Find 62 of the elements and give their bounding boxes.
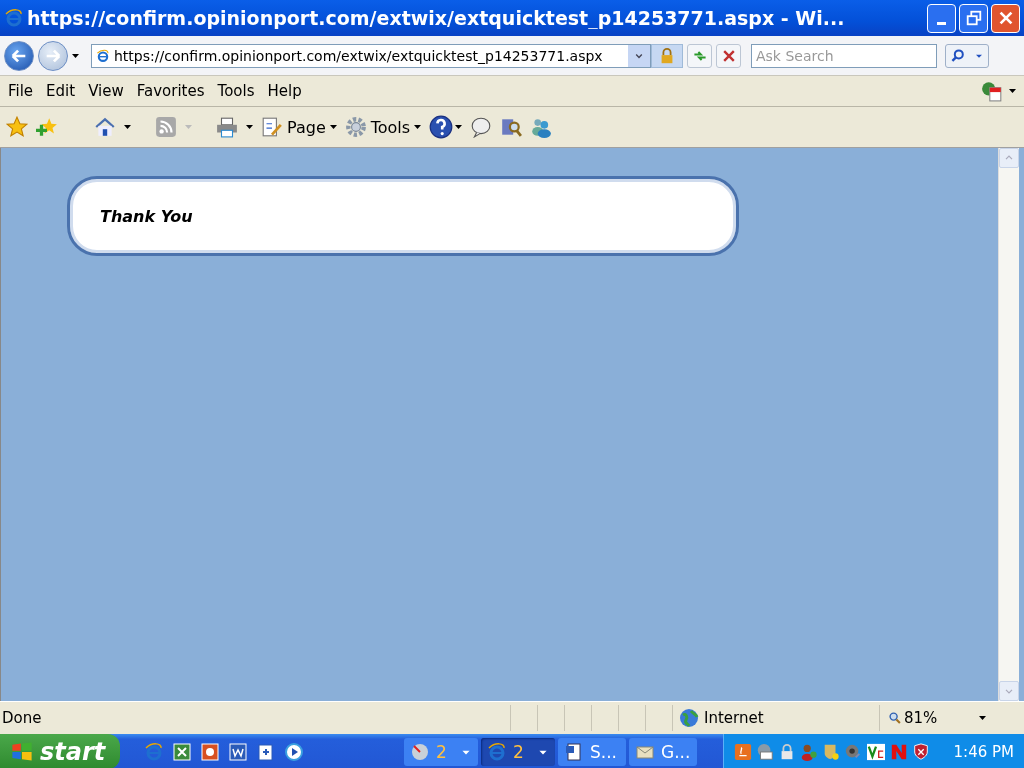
back-button[interactable] (4, 40, 34, 71)
caret-icon[interactable] (124, 125, 131, 129)
help-icon[interactable] (429, 115, 454, 139)
search-icon (949, 47, 966, 64)
caret-icon[interactable] (455, 125, 463, 129)
taskbar-window-button[interactable]: G... (629, 737, 697, 766)
restore-button[interactable] (959, 3, 988, 33)
minimize-button[interactable] (927, 3, 956, 33)
printer-icon[interactable] (216, 116, 238, 138)
close-button[interactable] (991, 3, 1020, 33)
status-text: Done (1, 709, 43, 727)
url-text: https://confirm.opinionport.com/extwix/extquicktest_p14253771.aspx (114, 47, 604, 64)
speaker-icon[interactable] (843, 742, 862, 761)
zone-text: Internet (704, 709, 764, 727)
page-icon (96, 48, 110, 63)
star-icon[interactable] (6, 116, 28, 138)
caret-icon[interactable] (246, 125, 253, 129)
caret-icon[interactable] (979, 716, 986, 720)
speech-bubble-icon[interactable] (470, 116, 493, 138)
taskbar-group-button[interactable]: 2 (481, 737, 555, 766)
minimize-icon (937, 21, 946, 25)
menu-item[interactable]: File (8, 82, 41, 100)
spreadsheet-icon[interactable] (172, 741, 192, 762)
thank-you-heading: Thank You (100, 206, 193, 226)
clock: 1:46 PM (953, 742, 1014, 761)
menu-item[interactable]: Tools (217, 82, 262, 100)
address-field[interactable]: https://confirm.opinionport.com/extwix/extquicktest_p14253771.aspx (91, 43, 651, 68)
history-caret-icon[interactable] (72, 53, 79, 58)
stop-button[interactable] (716, 43, 741, 68)
zoom-button[interactable]: 81% (879, 705, 1024, 731)
menu-item[interactable]: Favorites (136, 82, 212, 100)
page-menu-button[interactable]: Page (261, 116, 337, 138)
menu-item[interactable]: Help (267, 82, 309, 100)
media-player-icon[interactable] (284, 741, 304, 762)
zoom-icon (888, 711, 902, 725)
tools-menu-button[interactable]: Tools (344, 116, 422, 138)
refresh-button[interactable] (687, 43, 712, 68)
menu-item[interactable]: View (88, 82, 131, 100)
people-icon[interactable] (530, 116, 553, 138)
mail-globe-icon[interactable] (755, 742, 774, 761)
search-button[interactable] (945, 43, 989, 68)
caret-icon[interactable] (1009, 89, 1016, 93)
java-icon[interactable] (733, 742, 752, 761)
caret-icon[interactable] (414, 125, 422, 129)
caret-icon[interactable] (329, 125, 337, 129)
shield-icon[interactable] (911, 742, 930, 761)
security-lock-button[interactable] (651, 43, 683, 68)
taskbar-window-button[interactable]: S... (558, 737, 626, 766)
document-icon[interactable] (228, 741, 248, 762)
star-plus-icon[interactable] (36, 116, 58, 138)
gear-icon (344, 116, 367, 138)
book-magnifier-icon[interactable] (500, 116, 523, 138)
presentation-icon[interactable] (200, 741, 220, 762)
restore-icon (964, 9, 983, 27)
document-icon (564, 741, 584, 762)
address-dropdown-button[interactable] (628, 44, 650, 67)
window-title: https://confirm.opinionport.com/extwix/extquicktest_p14253771.aspx - Wi... (27, 7, 846, 29)
menu-item[interactable]: Edit (46, 82, 83, 100)
home-icon[interactable] (94, 116, 116, 138)
search-field[interactable]: Ask Search (751, 43, 937, 68)
start-button[interactable]: start (0, 734, 120, 768)
document-pencil-icon (261, 116, 283, 138)
